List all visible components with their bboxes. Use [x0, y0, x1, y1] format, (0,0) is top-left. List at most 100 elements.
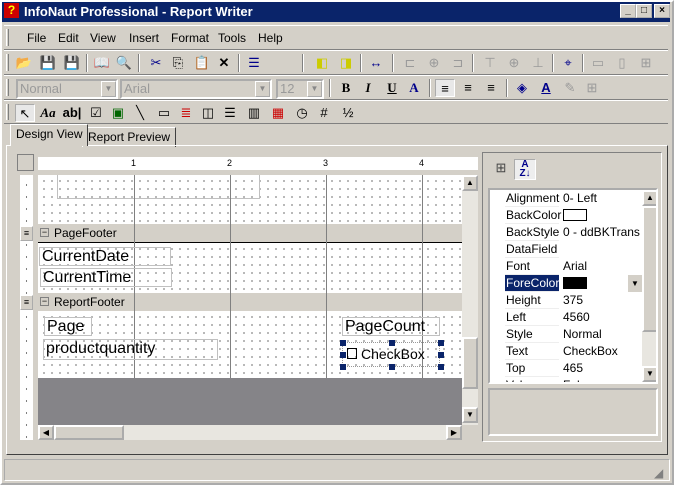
- close-button[interactable]: ×: [654, 4, 670, 18]
- resize-handle[interactable]: [389, 340, 395, 346]
- scroll-up-button[interactable]: ▲: [642, 190, 656, 206]
- center-in-section-icon[interactable]: ⌖: [558, 54, 578, 72]
- page-break-icon[interactable]: ☰: [220, 104, 240, 122]
- space-vertical-icon[interactable]: ▯: [612, 54, 632, 72]
- property-value[interactable]: 465: [562, 360, 642, 377]
- report-canvas[interactable]: − PageFooter − ReportFooter CurrentDate Cu…: [38, 175, 462, 425]
- fill-color-icon[interactable]: ◈: [512, 79, 532, 97]
- property-row[interactable]: BackColor: [490, 207, 642, 224]
- snap-grid-icon[interactable]: ⊞: [636, 54, 656, 72]
- checkbox-icon[interactable]: ☑: [86, 104, 106, 122]
- font-size-select[interactable]: 12 ▼: [276, 79, 324, 99]
- page-number-icon[interactable]: #: [314, 104, 334, 122]
- property-value[interactable]: 375: [562, 292, 642, 309]
- same-width-icon[interactable]: ↔: [366, 54, 386, 72]
- align-bottom-icon[interactable]: ⊥: [528, 54, 548, 72]
- delete-icon[interactable]: ✕: [214, 54, 234, 72]
- property-value[interactable]: CheckBox: [562, 343, 642, 360]
- bold-button[interactable]: B: [336, 79, 356, 97]
- subreport-icon[interactable]: ◫: [198, 104, 218, 122]
- time-icon[interactable]: ◷: [292, 104, 312, 122]
- copy-icon[interactable]: ⎘: [168, 54, 188, 72]
- cut-icon[interactable]: ✂: [146, 54, 166, 72]
- resize-handle[interactable]: [438, 340, 444, 346]
- alphabetical-sort-icon[interactable]: A Z↓: [514, 159, 536, 180]
- property-scrollbar[interactable]: ▲ ▼: [642, 190, 656, 382]
- maximize-button[interactable]: □: [636, 4, 652, 18]
- property-row[interactable]: BackStyle 0 - ddBKTrans: [490, 224, 642, 241]
- chevron-down-icon[interactable]: ▼: [628, 275, 642, 292]
- paste-icon[interactable]: 📋: [192, 54, 212, 72]
- scroll-down-button[interactable]: ▼: [642, 366, 656, 382]
- tab-report-preview[interactable]: Report Preview: [82, 127, 177, 147]
- scroll-down-button[interactable]: ▼: [462, 407, 478, 423]
- font-button[interactable]: A: [404, 79, 424, 97]
- resize-handle[interactable]: [389, 364, 395, 370]
- style-select[interactable]: Normal ▼: [16, 79, 118, 99]
- resize-grip-icon[interactable]: ◢: [654, 466, 663, 480]
- property-value[interactable]: Normal: [562, 326, 642, 343]
- section-resize-handle[interactable]: ≡: [20, 226, 33, 241]
- property-value[interactable]: [562, 207, 642, 224]
- print-preview-icon[interactable]: 🔍: [114, 54, 134, 72]
- categorized-icon[interactable]: ⊞: [492, 160, 510, 178]
- book-icon[interactable]: 📖: [92, 54, 112, 72]
- resize-handle[interactable]: [340, 340, 346, 346]
- save-icon[interactable]: 💾: [38, 54, 58, 72]
- resize-handle[interactable]: [438, 352, 444, 358]
- menu-file[interactable]: File: [27, 31, 46, 45]
- scroll-right-button[interactable]: ▶: [446, 425, 462, 440]
- picture-icon[interactable]: ▣: [108, 104, 128, 122]
- menu-insert[interactable]: Insert: [129, 31, 159, 45]
- align-right-icon[interactable]: ⊐: [448, 54, 468, 72]
- property-row[interactable]: Top 465: [490, 360, 642, 377]
- scroll-thumb[interactable]: [462, 337, 478, 389]
- open-folder-icon[interactable]: 📂: [14, 54, 34, 72]
- tab-design-view[interactable]: Design View: [10, 124, 89, 146]
- align-text-center-icon[interactable]: ≡: [458, 79, 478, 97]
- property-value[interactable]: False: [562, 377, 642, 382]
- chevron-down-icon[interactable]: ▼: [101, 81, 116, 97]
- align-center-icon[interactable]: ⊕: [424, 54, 444, 72]
- chevron-down-icon[interactable]: ▼: [307, 81, 322, 97]
- rich-text-icon[interactable]: ≣: [176, 104, 196, 122]
- chevron-down-icon[interactable]: ▼: [255, 81, 270, 97]
- line-icon[interactable]: ╲: [130, 104, 150, 122]
- property-value[interactable]: Arial: [562, 258, 642, 275]
- property-value[interactable]: 0- Left: [562, 190, 642, 207]
- bring-to-front-icon[interactable]: ◧: [312, 54, 332, 72]
- pointer-icon[interactable]: ↖: [15, 104, 35, 122]
- space-horizontal-icon[interactable]: ▭: [588, 54, 608, 72]
- barcode-icon[interactable]: ▥: [244, 104, 264, 122]
- menu-tools[interactable]: Tools: [218, 31, 246, 45]
- resize-handle[interactable]: [438, 364, 444, 370]
- textbox-icon[interactable]: ab|: [62, 104, 82, 122]
- property-row[interactable]: Font Arial: [490, 258, 642, 275]
- property-row[interactable]: Height 375: [490, 292, 642, 309]
- tab-order-icon[interactable]: ☰: [244, 54, 264, 72]
- rectangle-icon[interactable]: ▭: [154, 104, 174, 122]
- menu-help[interactable]: Help: [258, 31, 283, 45]
- horizontal-scrollbar[interactable]: ◀ ▶: [38, 425, 462, 440]
- property-value[interactable]: 4560: [562, 309, 642, 326]
- align-text-right-icon[interactable]: ≡: [481, 79, 501, 97]
- property-value[interactable]: 0 - ddBKTrans: [562, 224, 642, 241]
- property-row[interactable]: Text CheckBox: [490, 343, 642, 360]
- ruler-corner[interactable]: [17, 154, 34, 171]
- resize-handle[interactable]: [340, 352, 346, 358]
- property-row[interactable]: Alignment 0- Left: [490, 190, 642, 207]
- property-row[interactable]: ForeColor ▼: [490, 275, 642, 292]
- resize-handle[interactable]: [340, 364, 346, 370]
- vertical-scrollbar[interactable]: ▲ ▼: [462, 175, 478, 425]
- menu-view[interactable]: View: [90, 31, 116, 45]
- minimize-button[interactable]: _: [620, 4, 636, 18]
- align-middle-icon[interactable]: ⊕: [504, 54, 524, 72]
- property-row[interactable]: DataField: [490, 241, 642, 258]
- save-as-icon[interactable]: 💾: [62, 54, 82, 72]
- section-band-reportfooter[interactable]: − ReportFooter: [38, 293, 462, 311]
- italic-button[interactable]: I: [358, 79, 378, 97]
- align-top-icon[interactable]: ⊤: [480, 54, 500, 72]
- align-text-left-icon[interactable]: ≡: [435, 79, 455, 97]
- scroll-up-button[interactable]: ▲: [462, 175, 478, 191]
- font-color-icon[interactable]: A: [536, 79, 556, 97]
